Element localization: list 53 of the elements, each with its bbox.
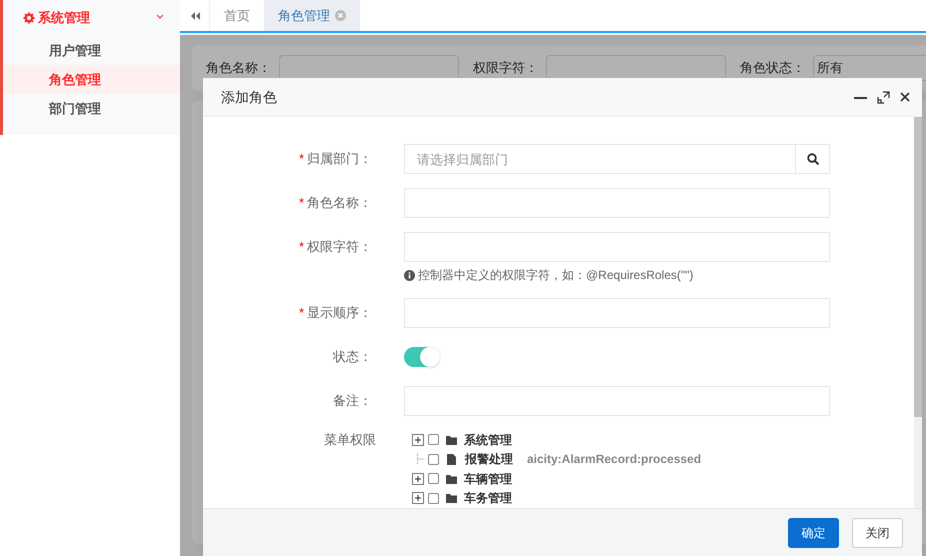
field-label: 菜单权限 bbox=[324, 431, 376, 449]
input-field[interactable] bbox=[404, 232, 830, 262]
close-icon[interactable] bbox=[900, 92, 910, 102]
scrollbar[interactable] bbox=[914, 117, 922, 508]
field-label: 权限字符： bbox=[473, 59, 538, 78]
search-button[interactable] bbox=[796, 144, 830, 174]
search-icon bbox=[806, 153, 818, 165]
checkbox[interactable] bbox=[428, 473, 439, 484]
field-label: 角色名称： bbox=[307, 194, 372, 212]
tab[interactable]: 角色管理 bbox=[264, 0, 360, 31]
expand-icon[interactable] bbox=[412, 472, 424, 485]
input-field[interactable] bbox=[404, 298, 830, 328]
required-mark: * bbox=[298, 194, 304, 212]
input-field[interactable] bbox=[404, 188, 830, 218]
field-label: 备注： bbox=[333, 392, 372, 410]
help-text: 控制器中定义的权限字符，如：@RequiresRoles("") bbox=[418, 267, 694, 284]
expand-icon[interactable] bbox=[412, 492, 424, 504]
file-icon bbox=[447, 454, 456, 465]
field-label: 权限字符： bbox=[307, 238, 372, 256]
info-icon bbox=[404, 270, 415, 280]
menu-group[interactable]: 系统管理 bbox=[3, 0, 180, 36]
menu-item[interactable]: 部门管理 bbox=[3, 94, 180, 123]
field-label: 显示顺序： bbox=[307, 304, 372, 322]
checkbox[interactable] bbox=[428, 454, 439, 465]
checkbox[interactable] bbox=[428, 492, 439, 504]
tree-node-label[interactable]: 报警处理 bbox=[465, 450, 513, 468]
double-left-icon bbox=[190, 10, 200, 20]
toggle-switch[interactable] bbox=[404, 347, 440, 367]
expand-icon[interactable] bbox=[412, 434, 424, 446]
maximize-icon[interactable] bbox=[877, 90, 890, 104]
folder-icon bbox=[446, 474, 457, 484]
required-mark: * bbox=[298, 238, 304, 256]
checkbox[interactable] bbox=[428, 434, 439, 446]
field-label: 状态： bbox=[333, 348, 372, 366]
input-field[interactable]: 请选择归属部门 bbox=[404, 144, 796, 174]
tree-node-label[interactable]: 车务管理 bbox=[464, 489, 512, 508]
tree-node-label[interactable]: 车辆管理 bbox=[464, 470, 512, 488]
confirm-button[interactable]: 确定 bbox=[788, 518, 839, 548]
dialog-title: 添加角色 bbox=[221, 88, 278, 106]
field-label: 归属部门： bbox=[307, 150, 372, 168]
permission-text: aicity:AlarmRecord:processed bbox=[527, 451, 702, 468]
input-field[interactable] bbox=[404, 386, 830, 416]
folder-icon bbox=[446, 493, 457, 504]
close-button[interactable]: 关闭 bbox=[852, 518, 903, 548]
required-mark: * bbox=[298, 150, 304, 168]
field-label: 角色状态： bbox=[740, 59, 805, 78]
tree-node-label[interactable]: 系统管理 bbox=[464, 430, 512, 449]
gear-icon bbox=[23, 12, 35, 24]
folder-icon bbox=[446, 434, 457, 445]
menu-item[interactable]: 用户管理 bbox=[3, 36, 180, 65]
field-label: 角色名称： bbox=[206, 59, 271, 78]
tab[interactable]: 首页 bbox=[210, 0, 264, 31]
required-mark: * bbox=[298, 304, 304, 322]
